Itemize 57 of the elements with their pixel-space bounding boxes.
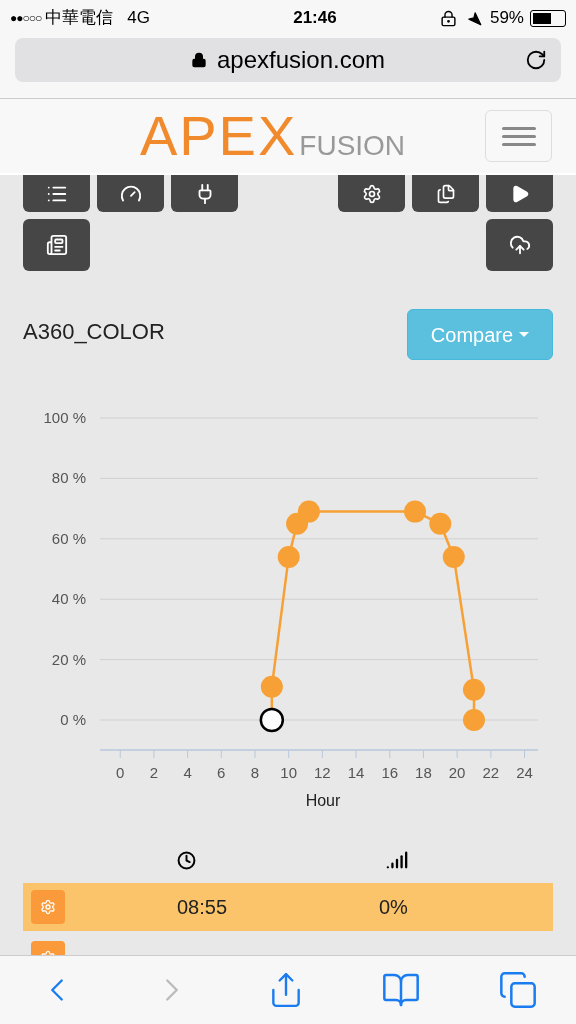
logo-text: APEX xyxy=(139,108,298,164)
x-tick-label: 16 xyxy=(381,764,399,781)
axis-title: Hour xyxy=(305,792,341,809)
y-tick-label: 100 % xyxy=(43,409,86,426)
clock-icon xyxy=(177,850,196,870)
cloud-upload-icon xyxy=(508,234,531,256)
x-tick-label: 10 xyxy=(280,764,297,781)
list-window-icon xyxy=(45,234,68,256)
x-tick-label: 18 xyxy=(415,764,432,781)
caret-icon xyxy=(519,332,530,337)
list-button[interactable] xyxy=(23,175,90,212)
signal-dots: ●●○○○ xyxy=(10,10,42,27)
lock-icon xyxy=(190,52,207,68)
row-settings-button[interactable] xyxy=(31,890,65,924)
outlet-button[interactable] xyxy=(171,175,238,212)
x-tick-label: 14 xyxy=(347,764,365,781)
battery-percent: 59% xyxy=(489,7,524,30)
files-icon xyxy=(435,183,456,204)
chart-point[interactable] xyxy=(259,707,285,733)
y-tick-label: 40 % xyxy=(51,590,86,608)
menu-button[interactable] xyxy=(485,110,552,162)
carrier-name: 中華電信 xyxy=(45,7,114,30)
y-tick-label: 20 % xyxy=(51,650,86,668)
log-button[interactable] xyxy=(23,219,90,271)
location-arrow-icon xyxy=(466,10,482,26)
time-cell-text: 08:55 xyxy=(177,895,229,920)
play-button[interactable] xyxy=(486,175,553,212)
y-tick-label: 60 % xyxy=(51,529,86,547)
x-tick-label: 22 xyxy=(482,764,500,781)
address-bar[interactable]: apexfusion.com xyxy=(15,38,561,82)
signal-bars-icon xyxy=(386,849,408,871)
x-tick-label: 2 xyxy=(149,764,159,781)
url-text: apexfusion.com xyxy=(216,45,386,75)
y-tick-label: 80 % xyxy=(51,469,86,487)
logo-subtext: FUSION xyxy=(299,132,406,160)
page-title: A360_COLOR xyxy=(23,318,165,346)
x-tick-label: 12 xyxy=(314,764,331,781)
dashboard-button[interactable] xyxy=(97,175,164,212)
battery-icon xyxy=(530,9,566,27)
reload-icon[interactable] xyxy=(525,49,547,71)
tabs-icon[interactable] xyxy=(497,970,538,1010)
copy-button[interactable] xyxy=(412,175,479,212)
clock-time: 21:46 xyxy=(292,7,337,30)
settings-icon xyxy=(361,183,382,204)
upload-button[interactable] xyxy=(486,219,553,271)
x-tick-label: 4 xyxy=(183,764,192,781)
x-tick-label: 24 xyxy=(516,764,533,781)
x-tick-label: 6 xyxy=(217,764,226,781)
level-cell-text: 0% xyxy=(379,895,408,920)
x-tick-label: 0 xyxy=(116,764,125,781)
y-tick-label: 0 % xyxy=(60,711,86,728)
network-type: 4G xyxy=(127,7,150,30)
settings-button[interactable] xyxy=(338,175,405,212)
table-row[interactable]: 08:55 0% xyxy=(23,883,553,931)
x-tick-label: 20 xyxy=(448,764,466,781)
settings-icon xyxy=(40,899,56,915)
x-tick-label: 8 xyxy=(250,764,260,781)
